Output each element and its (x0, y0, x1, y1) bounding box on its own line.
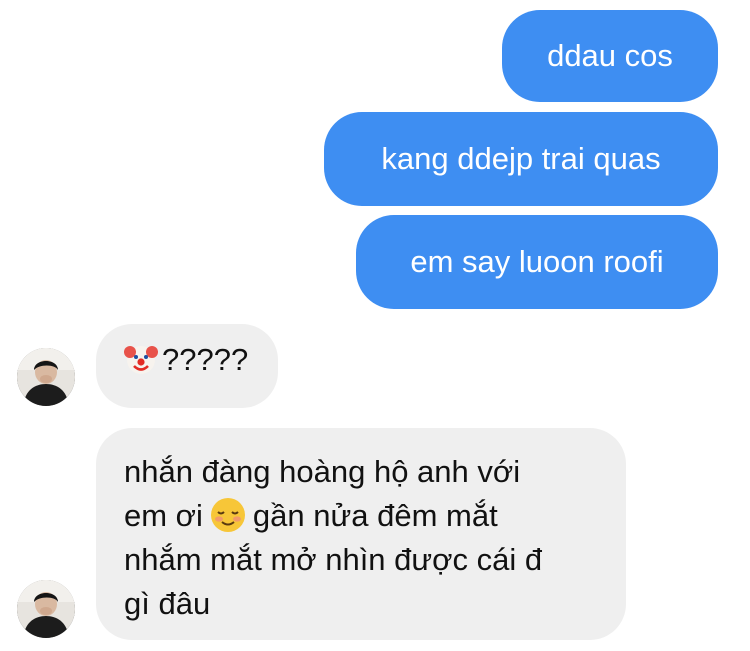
smiling-face-icon (209, 496, 247, 534)
message-text: kang ddejp trai quas (381, 141, 661, 176)
sender-avatar[interactable] (17, 348, 75, 406)
received-message-bubble[interactable]: ????? (96, 324, 278, 408)
message-line: nhắn đàng hoàng hộ anh với (124, 454, 521, 489)
sent-message-bubble[interactable]: kang ddejp trai quas (324, 112, 718, 206)
sent-message-bubble[interactable]: em say luoon roofi (356, 215, 718, 309)
message-text: ????? (162, 342, 249, 377)
clown-face-icon (124, 342, 158, 376)
message-text: gần nửa đêm mắt (252, 498, 498, 533)
message-line: em ơi gần nửa đêm mắt (124, 494, 606, 538)
sent-message-bubble[interactable]: ddau cos (502, 10, 718, 102)
message-line: nhắm mắt mở nhìn được cái đ (124, 542, 543, 577)
message-text: em ơi (124, 498, 203, 533)
sender-avatar[interactable] (17, 580, 75, 638)
message-text: em say luoon roofi (410, 244, 664, 279)
received-message-bubble[interactable]: nhắn đàng hoàng hộ anh với em ơi gần nửa… (96, 428, 626, 640)
message-line: gì đâu (124, 586, 211, 621)
message-text: ddau cos (547, 38, 673, 73)
